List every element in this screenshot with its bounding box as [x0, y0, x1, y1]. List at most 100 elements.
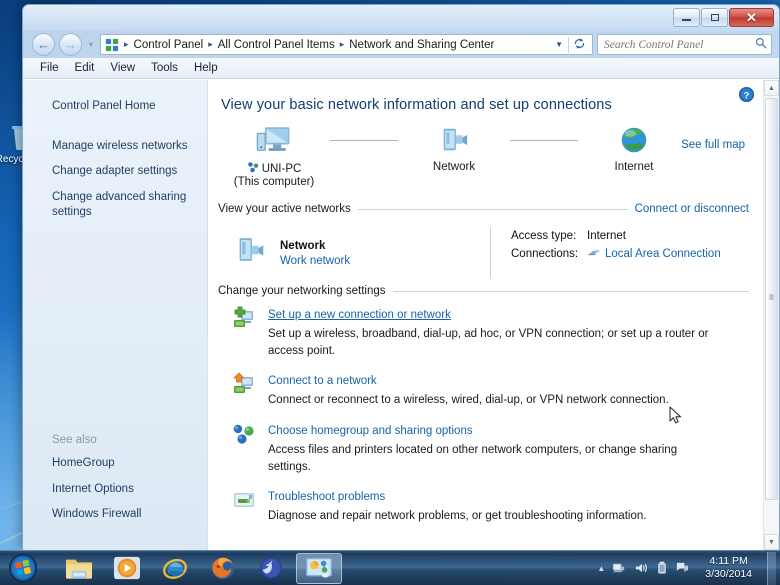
clock-time: 4:11 PM [709, 555, 748, 567]
map-node-internet[interactable]: Internet [578, 121, 690, 173]
battery-tray-icon[interactable] [656, 561, 668, 575]
help-icon[interactable]: ? [738, 86, 755, 103]
detail-connections: Connections: Local Area Connection [511, 247, 749, 261]
see-full-map-link[interactable]: See full map [681, 139, 745, 151]
clock[interactable]: 4:11 PM 3/30/2014 [697, 555, 760, 581]
taskbar-item-windows-explorer[interactable] [56, 553, 102, 584]
connect-to-network-desc: Connect or reconnect to a wireless, wire… [268, 394, 669, 407]
network-tray-icon[interactable] [612, 561, 627, 575]
menu-file[interactable]: File [32, 60, 67, 76]
connect-to-network-link[interactable]: Connect to a network [268, 375, 377, 387]
troubleshoot-problems-link[interactable]: Troubleshoot problems [268, 491, 385, 503]
sidebar-item-change-adapter-settings[interactable]: Change adapter settings [23, 159, 207, 185]
detail-connections-key: Connections: [511, 248, 579, 260]
heading-rule [392, 290, 749, 292]
menu-tools[interactable]: Tools [143, 60, 186, 76]
sidebar-item-windows-firewall[interactable]: Windows Firewall [23, 502, 207, 528]
taskbar-item-internet-explorer[interactable] [152, 553, 198, 584]
navigation-bar: ← → ▾ ▸ Control Panel ▸ All Control Pane… [23, 31, 779, 58]
troubleshoot-icon [232, 487, 258, 525]
vertical-scrollbar[interactable]: ▲ ━ ━ ━ ▼ [763, 80, 779, 550]
menu-view[interactable]: View [102, 60, 143, 76]
active-network-row: Network Work network Access type: Intern… [232, 225, 749, 281]
sidebar-item-internet-options[interactable]: Internet Options [23, 477, 207, 503]
taskbar-item-mozilla-firefox[interactable] [200, 553, 246, 584]
show-hidden-icons-button[interactable]: ▲ [597, 564, 605, 573]
breadcrumb-separator[interactable]: ▸ [337, 39, 348, 50]
recent-pages-icon[interactable]: ▾ [86, 40, 96, 49]
setup-new-connection-desc: Set up a wireless, broadband, dial-up, a… [268, 328, 709, 357]
networking-actions-list: Set up a new connection or network Set u… [232, 305, 749, 525]
sidebar-item-manage-wireless-networks[interactable]: Manage wireless networks [23, 134, 207, 160]
navigation-sidebar: Control Panel Home Manage wireless netwo… [23, 80, 208, 550]
breadcrumb-control-panel[interactable]: Control Panel [132, 39, 206, 51]
svg-text:?: ? [744, 90, 750, 101]
networking-settings-heading-text: Change your networking settings [218, 285, 386, 297]
search-box[interactable] [597, 34, 772, 55]
scrollbar-track[interactable]: ━ ━ ━ [764, 96, 779, 534]
detail-access-type-value: Internet [587, 230, 626, 242]
active-network-text: Network Work network [280, 240, 350, 267]
search-input[interactable] [604, 38, 755, 51]
connect-network-icon [232, 371, 258, 409]
taskbar-item-bluebird-app[interactable] [248, 553, 294, 584]
minimize-icon [682, 19, 691, 21]
active-network-type-link[interactable]: Work network [280, 255, 350, 267]
globe-icon [578, 121, 690, 159]
map-node-computer[interactable]: UNI-PC (This computer) [218, 121, 330, 188]
window-titlebar[interactable]: ✕ [23, 5, 779, 31]
breadcrumb-separator[interactable]: ▸ [205, 39, 216, 50]
active-network-details: Access type: Internet Connections: Local… [491, 225, 749, 281]
control-panel-icon [105, 38, 119, 52]
refresh-icon[interactable] [568, 36, 590, 53]
network-adapter-badge-icon [247, 161, 259, 176]
map-node-network-label: Network [432, 161, 476, 173]
breadcrumb-separator[interactable]: ▸ [121, 39, 132, 50]
heading-rule [357, 208, 628, 210]
menu-help[interactable]: Help [186, 60, 226, 76]
maximize-button[interactable] [701, 8, 728, 27]
detail-access-type-key: Access type: [511, 230, 577, 242]
action-setup-new-connection[interactable]: Set up a new connection or network Set u… [232, 305, 749, 359]
breadcrumb-all-items[interactable]: All Control Panel Items [216, 39, 337, 51]
address-bar[interactable]: ▸ Control Panel ▸ All Control Panel Item… [100, 34, 593, 55]
search-icon [755, 37, 767, 52]
sidebar-item-homegroup[interactable]: HomeGroup [23, 451, 207, 477]
sidebar-item-change-advanced-sharing-settings[interactable]: Change advanced sharing settings [23, 185, 207, 226]
action-choose-homegroup[interactable]: Choose homegroup and sharing options Acc… [232, 421, 749, 475]
start-button[interactable] [2, 552, 44, 585]
address-dropdown-icon[interactable]: ▼ [550, 40, 568, 49]
active-network-name: Network [280, 239, 326, 252]
minimize-button[interactable] [673, 8, 700, 27]
network-icon[interactable] [232, 235, 268, 271]
close-button[interactable]: ✕ [729, 8, 774, 27]
action-troubleshoot-problems[interactable]: Troubleshoot problems Diagnose and repai… [232, 487, 749, 525]
detail-access-type: Access type: Internet [511, 230, 749, 242]
breadcrumb-network-sharing-center[interactable]: Network and Sharing Center [347, 39, 496, 51]
back-button[interactable]: ← [32, 33, 55, 56]
scroll-down-button[interactable]: ▼ [764, 534, 779, 550]
map-connector-line [330, 121, 398, 159]
volume-tray-icon[interactable] [634, 561, 649, 575]
networking-settings-heading: Change your networking settings [218, 285, 749, 297]
local-area-connection-link[interactable]: Local Area Connection [605, 248, 721, 260]
explorer-window: ✕ ← → ▾ ▸ Control Panel ▸ All Control Pa… [22, 4, 780, 550]
map-node-network[interactable]: Network [398, 121, 510, 173]
sidebar-item-control-panel-home[interactable]: Control Panel Home [23, 94, 207, 120]
taskbar-item-network-sharing-center[interactable] [296, 552, 342, 584]
connect-or-disconnect-link[interactable]: Connect or disconnect [635, 203, 749, 215]
action-center-tray-icon[interactable] [675, 561, 690, 575]
scroll-up-button[interactable]: ▲ [764, 80, 779, 96]
action-connect-to-network[interactable]: Connect to a network Connect or reconnec… [232, 371, 749, 409]
computer-icon [218, 121, 330, 159]
action-body: Troubleshoot problems Diagnose and repai… [268, 487, 749, 525]
menu-bar: File Edit View Tools Help [23, 58, 779, 79]
taskbar-item-windows-media-player[interactable] [104, 553, 150, 584]
show-desktop-button[interactable] [767, 551, 776, 585]
forward-button[interactable]: → [59, 33, 82, 56]
setup-new-connection-link[interactable]: Set up a new connection or network [268, 309, 451, 321]
scrollbar-thumb[interactable]: ━ ━ ━ [765, 98, 778, 500]
menu-edit[interactable]: Edit [67, 60, 103, 76]
choose-homegroup-link[interactable]: Choose homegroup and sharing options [268, 425, 473, 437]
